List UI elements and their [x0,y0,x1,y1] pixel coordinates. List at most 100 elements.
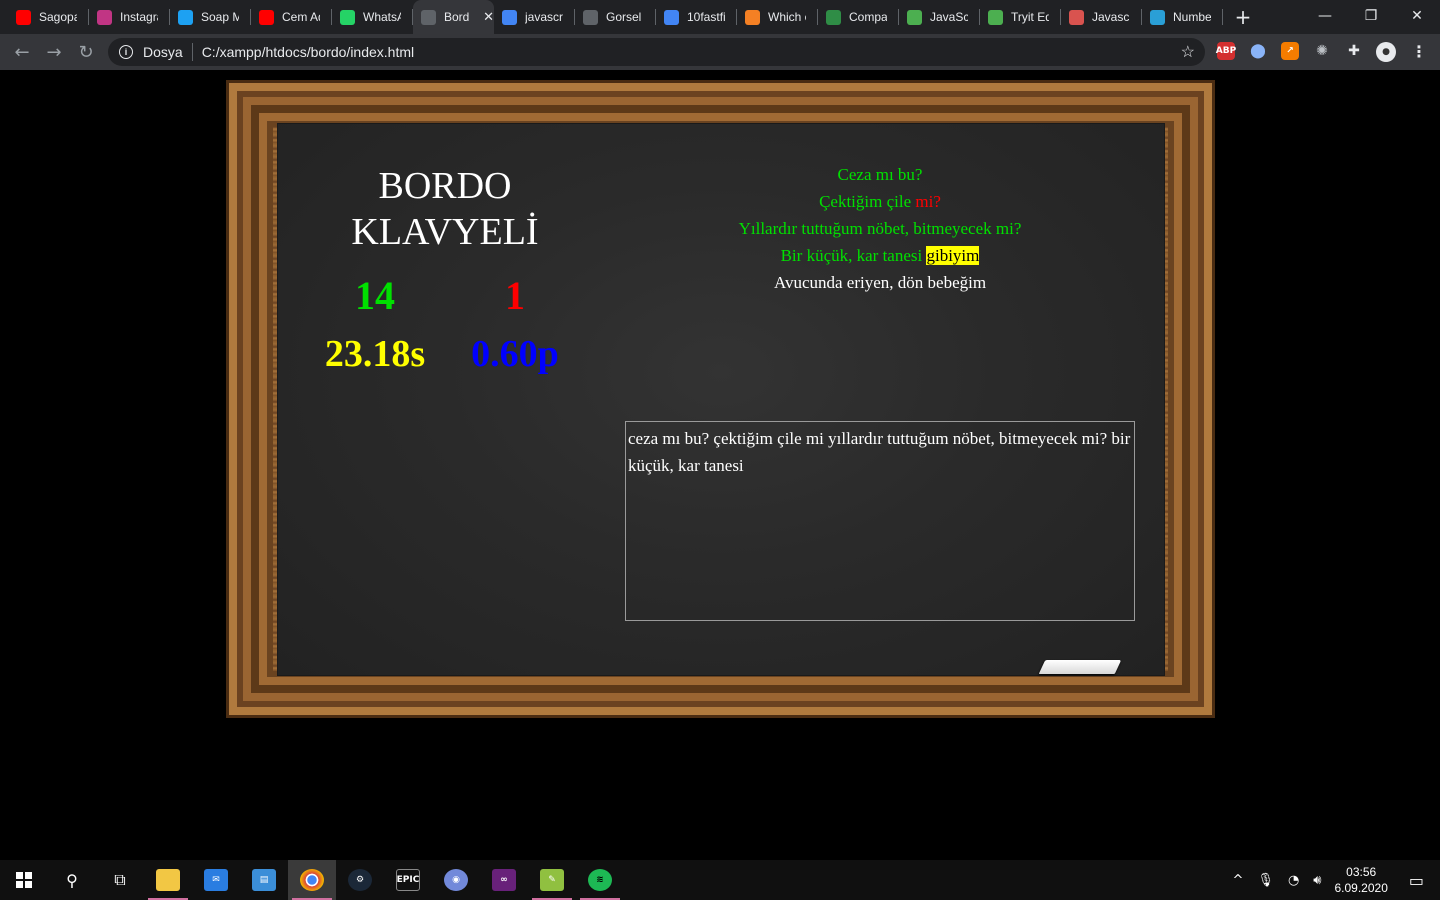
target-text: Ceza mı bu? Çektiğim çile mi? Yıllardır … [680,161,1080,296]
browser-tab[interactable]: Sagopa [8,0,89,34]
search-button[interactable]: ⚲ [48,860,96,900]
poem-line-4: Bir küçük, kar tanesi gibiyim [680,242,1080,269]
browser-toolbar: ← → ↻ i Dosya C:/xampp/htdocs/bordo/inde… [0,34,1440,70]
close-window-button[interactable]: ✕ [1394,0,1440,32]
game-title-line1: BORDO [378,165,512,207]
browser-tab[interactable]: Soap M [170,0,251,34]
visual-studio-button[interactable]: ∞ [480,860,528,900]
adblock-plus-icon[interactable]: ABP [1216,42,1236,60]
google-icon [502,9,517,25]
back-button[interactable]: ← [6,36,38,68]
bookmark-star-icon[interactable]: ☆ [1181,42,1195,62]
elapsed-time: 23.18s [324,333,426,375]
browser-tab[interactable]: Instagra [89,0,170,34]
news-icon: ▤ [252,869,276,891]
search-icon: ⚲ [66,870,78,890]
windows-start-icon [16,872,32,888]
poem-line-2: Çektiğim çile mi? [680,188,1080,215]
address-scheme-label: Dosya [143,44,183,60]
game-title-line2: KLAVYELİ [351,211,539,253]
window-controls: — ❐ ✕ [1302,0,1440,32]
clock[interactable]: 03:56 6.09.2020 [1334,864,1387,896]
browser-tab[interactable]: Cem Ad [251,0,332,34]
notepadpp-icon: ✎ [540,869,564,891]
browser-tab[interactable]: Tryit Ed [980,0,1061,34]
browser-tab[interactable]: WhatsA [332,0,413,34]
site-info-icon[interactable]: i [119,45,133,59]
restore-button[interactable]: ❐ [1348,0,1394,32]
clock-date: 6.09.2020 [1334,881,1388,895]
discord-icon: ◉ [444,869,468,891]
volume-icon[interactable]: 🔊︎ [1313,873,1321,888]
steam-button[interactable]: ⚙ [336,860,384,900]
poem-line-2-wrong: mi? [915,192,941,211]
poem-line-2-correct: Çektiğim çile [819,192,912,211]
discord-button[interactable]: ◉ [432,860,480,900]
file-explorer-button[interactable] [144,860,192,900]
tab-title: Gorsel I [606,10,644,24]
numbers-icon [1150,9,1165,25]
globe-icon [583,9,598,25]
openai-extension-icon[interactable]: ✺ [1313,42,1331,60]
geeksforgeeks-icon [826,9,841,25]
forward-button[interactable]: → [38,36,70,68]
microphone-icon[interactable]: 🎙︎ [1257,873,1274,888]
browser-tab[interactable]: JavaScri [899,0,980,34]
news-button[interactable]: ▤ [240,860,288,900]
notepadpp-button[interactable]: ✎ [528,860,576,900]
windows-taskbar: ⚲ ⧉ ✉ ▤ ⚙ EPIC ◉ ∞ ✎ ≋ ^ 🎙︎ ◔ 🔊︎ 03:56 6… [0,860,1440,900]
youtube-icon [259,9,274,25]
tab-list: Sagopa Instagra Soap M Cem Ad WhatsA Bord ✕ jav… [0,0,1223,34]
browser-tab[interactable]: Compa [818,0,899,34]
browser-tab[interactable]: Gorsel I [575,0,656,34]
address-divider [191,43,193,61]
poem-line-1: Ceza mı bu? [837,165,923,184]
epic-games-button[interactable]: EPIC [384,860,432,900]
wrong-count: 1 [505,273,525,318]
score: 0.60p [471,333,559,375]
browser-tab[interactable]: javascrip [494,0,575,34]
tab-title: Soap M [201,10,239,24]
tab-title: javascrip [525,10,563,24]
new-tab-button[interactable]: + [1229,3,1257,31]
youtube-icon [16,9,31,25]
stackoverflow-icon [745,9,760,25]
google-icon [664,9,679,25]
notifications-icon[interactable]: ▭ [1409,871,1424,890]
extensions-puzzle-icon[interactable]: ✚ [1345,42,1363,60]
tutorial-icon [1069,9,1084,25]
clock-time: 03:56 [1346,865,1377,879]
profile-avatar[interactable]: ● [1376,42,1396,62]
w3schools-icon [907,9,922,25]
browser-tab[interactable]: Numbe [1142,0,1223,34]
chrome-taskbar-button[interactable] [288,860,336,900]
task-view-button[interactable]: ⧉ [96,860,144,900]
browser-tab[interactable]: Javascri [1061,0,1142,34]
mail-button[interactable]: ✉ [192,860,240,900]
browser-tab[interactable]: 10fastfi [656,0,737,34]
close-tab-icon[interactable]: ✕ [483,9,494,25]
tab-title: Which c [768,10,806,24]
tab-title: Numbe [1173,10,1211,24]
spotify-button[interactable]: ≋ [576,860,624,900]
browser-tab[interactable]: Which c [737,0,818,34]
system-tray: ^ 🎙︎ ◔ 🔊︎ 03:56 6.09.2020 ▭ [1226,860,1440,900]
address-url[interactable]: C:/xampp/htdocs/bordo/index.html [202,44,414,60]
reload-button[interactable]: ↻ [70,36,102,68]
tab-title: Compa [849,10,887,24]
game-title: BORDO KLAVYELİ [300,163,590,255]
instagram-icon [97,9,112,25]
chart-extension-icon[interactable]: ↗ [1281,42,1299,60]
address-bar[interactable]: i Dosya C:/xampp/htdocs/bordo/index.html… [108,38,1205,66]
wifi-icon[interactable]: ◔ [1288,873,1299,888]
file-explorer-icon [156,869,180,891]
w3schools-icon [988,9,1003,25]
minimize-button[interactable]: — [1302,0,1348,32]
spotify-icon: ≋ [588,869,612,891]
start-button[interactable] [0,860,48,900]
location-extension-icon[interactable]: ⬤ [1249,42,1267,60]
typing-input[interactable] [625,421,1135,621]
browser-tab[interactable]: Bord ✕ [413,0,494,34]
tray-expand-icon[interactable]: ^ [1233,873,1244,888]
chrome-menu-icon[interactable]: ⋮ [1410,42,1428,61]
